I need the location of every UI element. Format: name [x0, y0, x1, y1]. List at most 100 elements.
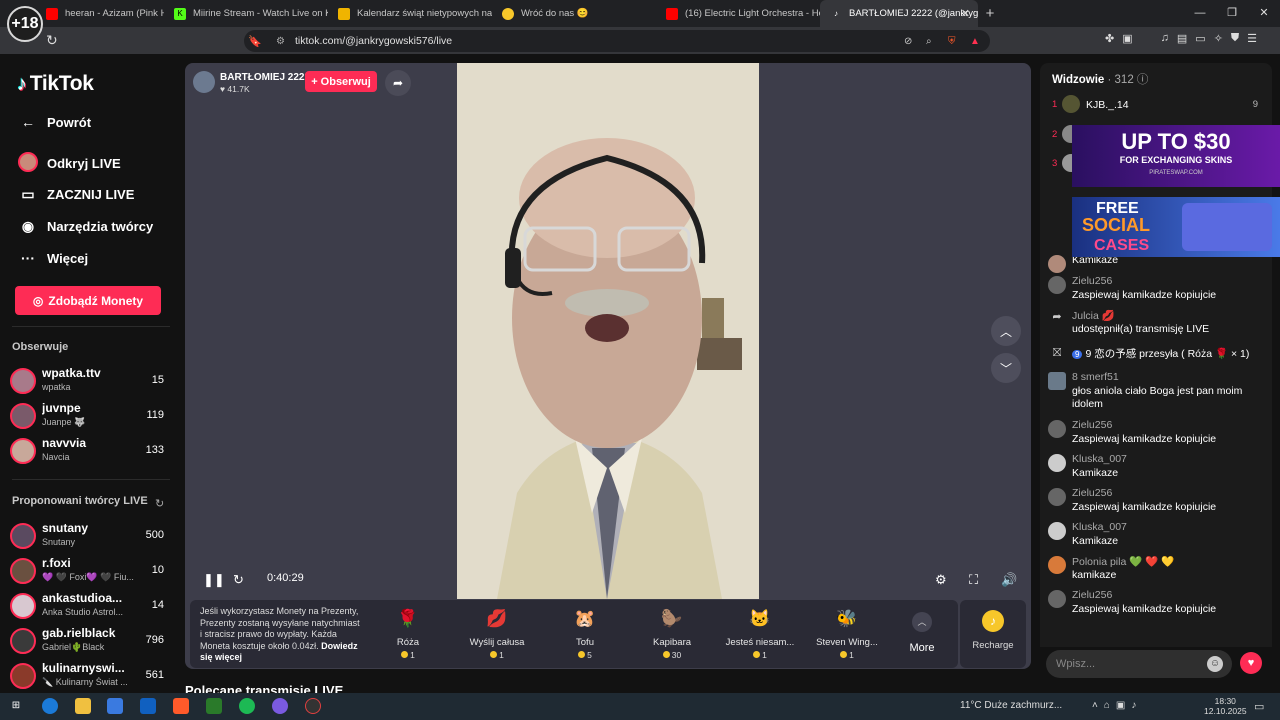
music-icon[interactable]: ♫	[1161, 32, 1169, 45]
chevron-up-icon[interactable]: ︿	[991, 316, 1021, 346]
reload-icon[interactable]: ↻	[46, 32, 58, 49]
nav-discover-live[interactable]: Odkryj LIVE	[17, 152, 121, 175]
nav-creator-tools[interactable]: ◉ Narzędzia twórcy	[17, 218, 153, 235]
zoom-icon[interactable]: ⌕	[926, 36, 932, 47]
suggested-account[interactable]: ankastudioa... Anka Studio Astrol... 14	[10, 590, 170, 624]
gift-item[interactable]: 🐹 Tofu 5	[545, 606, 625, 660]
message-text: Kamikaze	[1072, 467, 1119, 479]
menu-icon[interactable]: ☰	[1247, 32, 1257, 45]
message-user[interactable]: Zielu256	[1072, 275, 1112, 287]
message-user[interactable]: Julcia 💋	[1072, 309, 1115, 322]
extensions-icon[interactable]: ✤	[1105, 32, 1114, 45]
chevron-down-icon[interactable]: ﹀	[991, 353, 1021, 383]
message-user[interactable]: 8 smerf51	[1072, 371, 1119, 383]
following-account[interactable]: navvvia Navcia 133	[10, 435, 170, 469]
tiktok-logo[interactable]: ♪ TikTok	[17, 72, 94, 96]
vpn-icon[interactable]: ⛊	[1231, 32, 1239, 45]
outlook-icon[interactable]	[140, 698, 156, 714]
discord-icon[interactable]	[272, 698, 288, 714]
close-tab-icon[interactable]: ✕	[961, 7, 970, 20]
message-user[interactable]: Kluska_007	[1072, 453, 1127, 465]
nav-start-live[interactable]: ▭ ZACZNIJ LIVE	[17, 186, 134, 203]
help-icon[interactable]: ⓘ	[1137, 74, 1149, 86]
suggested-account[interactable]: snutany Snutany 500	[10, 520, 170, 554]
brave-rewards-icon[interactable]: ▲	[970, 36, 980, 47]
refresh-icon[interactable]: ↻	[233, 572, 244, 588]
media-off-icon[interactable]: ⊘	[904, 36, 912, 47]
browser-tab-4[interactable]: Wróć do nas 😊	[492, 0, 656, 27]
restore-icon[interactable]: ❐	[1216, 0, 1248, 27]
message-user[interactable]: Zielu256	[1072, 487, 1112, 499]
brave-icon[interactable]	[173, 698, 189, 714]
sidebar-toggle-icon[interactable]: ▤	[1177, 32, 1187, 45]
ad-banner-pirateswap[interactable]: UP TO $30 FOR EXCHANGING SKINS PIRATESWA…	[1072, 125, 1280, 187]
following-account[interactable]: juvnpe Juanpe 🐺 119	[10, 400, 170, 434]
top-viewer[interactable]: 1 KJB._.14 9	[1052, 95, 1264, 117]
screenshot-icon[interactable]: ▣	[1122, 32, 1132, 45]
store-icon[interactable]	[107, 698, 123, 714]
follow-button[interactable]: + Obserwuj	[305, 71, 377, 92]
system-tray[interactable]: ˄⌂▣♪	[1092, 700, 1142, 711]
windows-start-icon[interactable]: ⊞	[8, 698, 24, 714]
wallet-icon[interactable]: ▭	[1195, 32, 1205, 45]
settings-icon[interactable]: ⚙	[935, 572, 947, 588]
live-video[interactable]	[457, 63, 759, 599]
refresh-icon[interactable]: ↻	[155, 497, 164, 510]
edge-icon[interactable]	[42, 698, 58, 714]
host-avatar[interactable]	[193, 71, 215, 93]
account-name: snutany	[42, 521, 89, 535]
gift-item[interactable]: 🐱 Jesteś niesam... 1	[720, 606, 800, 660]
recharge-button[interactable]: ♪ Recharge	[960, 600, 1026, 668]
launcher-icon[interactable]	[206, 698, 222, 714]
browser-tab-2[interactable]: K Miirine Stream - Watch Live on Kick	[164, 0, 328, 27]
share-icon[interactable]: ➦	[385, 70, 411, 96]
following-account[interactable]: wpatka.ttv wpatka 15	[10, 365, 170, 399]
more-gifts-button[interactable]: ︿ More	[907, 612, 937, 654]
host-card[interactable]: BARTŁOMIEJ 2222 ♥ 41.7K	[193, 71, 413, 107]
avatar	[10, 663, 36, 689]
app-icon[interactable]	[305, 698, 321, 714]
host-name[interactable]: BARTŁOMIEJ 2222	[220, 72, 310, 83]
chat-input[interactable]: Wpisz...	[1046, 650, 1232, 678]
ad-banner-free-cases[interactable]: FREE SOCIAL CASES	[1072, 197, 1280, 257]
nav-back[interactable]: ← Powrót	[17, 114, 91, 130]
minimize-icon[interactable]: —	[1184, 0, 1216, 27]
leo-ai-icon[interactable]: ✧	[1214, 32, 1223, 45]
nav-more[interactable]: ··· Więcej	[17, 250, 88, 266]
brave-shield-icon[interactable]: ⛨	[948, 36, 956, 47]
new-tab-button[interactable]: +	[978, 5, 1002, 22]
fullscreen-icon[interactable]: ⛶	[969, 572, 978, 588]
site-settings-icon[interactable]: ⚙	[276, 36, 285, 47]
message-user[interactable]: Zielu256	[1072, 589, 1112, 601]
suggested-account[interactable]: kulinarnyswi... 🔪 Kulinarny Świat ... 561	[10, 660, 170, 694]
live-player[interactable]: BARTŁOMIEJ 2222 ♥ 41.7K + Obserwuj ➦ ︿ ﹀…	[185, 63, 1031, 669]
browser-tab-5[interactable]: (16) Electric Light Orchestra - Here I	[656, 0, 820, 27]
bookmark-icon[interactable]: 🔖	[248, 35, 262, 48]
notification-icon[interactable]: ▭	[1254, 700, 1264, 713]
browser-tab-3[interactable]: Kalendarz świąt nietypowych na 2025	[328, 0, 492, 27]
get-coins-button[interactable]: ◎ Zdobądź Monety	[15, 286, 161, 315]
browser-tab-active[interactable]: ♪ BARTŁOMIEJ 2222 (@jankrygo ✕	[820, 0, 978, 27]
close-window-icon[interactable]: ✕	[1248, 0, 1280, 27]
gift-item[interactable]: 🦫 Kapibara 30	[632, 606, 712, 660]
ad-line1: UP TO $30	[1121, 129, 1231, 154]
address-bar[interactable]: 🔖 ⚙ tiktok.com/@jankrygowski576/live ⊘ ⌕…	[244, 30, 990, 52]
message-user[interactable]: 9 恋の予感	[1085, 348, 1136, 360]
message-user[interactable]: Zielu256	[1072, 419, 1112, 431]
gift-item[interactable]: 🐝 Steven Wing... 1	[807, 606, 887, 660]
pause-icon[interactable]: ❚❚	[203, 572, 225, 588]
clock[interactable]: 18:30 12.10.2025	[1204, 696, 1247, 716]
message-user[interactable]: Kluska_007	[1072, 521, 1127, 533]
emoji-icon[interactable]: ☺	[1207, 656, 1223, 672]
weather-widget[interactable]: 11°C Duże zachmurz...	[960, 700, 1062, 711]
spotify-icon[interactable]	[239, 698, 255, 714]
gift-item[interactable]: 💋 Wyślij całusa 1	[457, 606, 537, 660]
suggested-account[interactable]: gab.rielblack Gabriel🌵Black 796	[10, 625, 170, 659]
suggested-account[interactable]: r.foxi 💜 🖤 Foxi💜 🖤 Fiu... 10	[10, 555, 170, 589]
file-explorer-icon[interactable]	[75, 698, 91, 714]
message-user[interactable]: Polonia pila 💚 ❤️ 💛	[1072, 555, 1174, 568]
gift-item[interactable]: 🌹 Róża 1	[368, 606, 448, 660]
viewers-header[interactable]: Widzowie · 312 ⓘ	[1052, 71, 1148, 87]
volume-icon[interactable]: 🔊	[1001, 572, 1017, 588]
like-heart-icon[interactable]: ♥	[1240, 652, 1262, 674]
